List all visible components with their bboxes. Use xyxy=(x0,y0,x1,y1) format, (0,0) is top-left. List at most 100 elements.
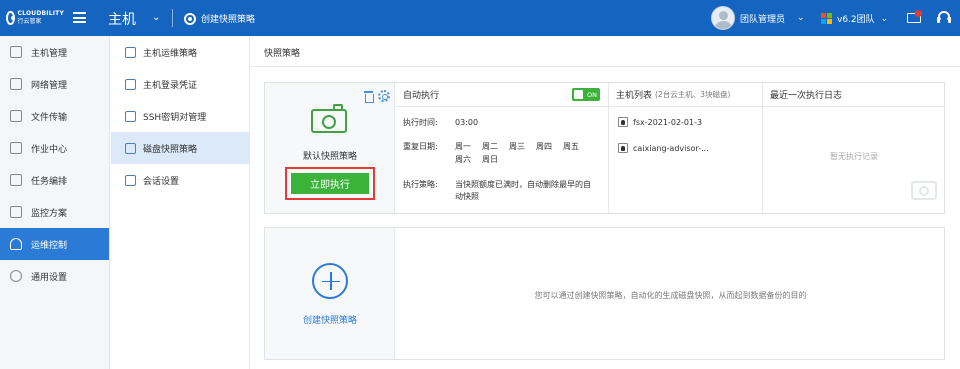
divider xyxy=(250,66,960,67)
repeat-days-row: 重复日期: 周一 周二 周三 周四 周五 周六 周日 xyxy=(403,141,590,166)
logo-icon xyxy=(6,11,15,25)
shield-icon xyxy=(10,238,22,250)
linux-host-icon xyxy=(618,117,628,127)
linux-host-icon xyxy=(618,143,628,153)
team-name: v6.2团队 xyxy=(837,15,875,25)
host-item[interactable]: fsx-2021-02-01-3 xyxy=(618,117,702,127)
strategy-value: 当快照额度已满时，自动删除最早的自动快照 xyxy=(455,180,591,201)
breadcrumb: 快照策略 xyxy=(264,49,301,59)
create-policy-button[interactable]: 创建快照策略 xyxy=(265,228,395,359)
host-list-panel: 主机列表 (2台云主机、3块磁盘) fsx-2021-02-01-3 caixi… xyxy=(609,83,763,213)
nav-item-job-center[interactable]: 作业中心 xyxy=(0,132,109,164)
notification-icon[interactable] xyxy=(906,10,922,24)
logo-text-en: CLOUDBILITY xyxy=(17,10,64,17)
user-menu[interactable]: 团队管理员 ⌄ xyxy=(711,6,805,30)
trash-icon[interactable] xyxy=(364,91,374,103)
strategy-label: 执行策略: xyxy=(403,180,438,189)
key-icon xyxy=(125,110,136,122)
exec-time-row: 执行时间: 03:00 xyxy=(403,117,478,129)
camera-icon xyxy=(311,103,347,133)
user-name: 团队管理员 xyxy=(740,14,786,25)
day: 周一 xyxy=(455,142,471,151)
nav-item-label: 主机管理 xyxy=(31,48,68,59)
exec-log-title: 最近一次执行日志 xyxy=(770,91,843,101)
exec-time-label: 执行时间: xyxy=(403,118,438,127)
support-headset-icon[interactable] xyxy=(936,10,952,25)
auto-exec-title: 自动执行 xyxy=(403,91,440,101)
avatar xyxy=(711,6,735,30)
nav-item-ops-control[interactable]: 运维控制 xyxy=(0,228,109,260)
nav-item-label: 通用设置 xyxy=(31,272,68,283)
auto-exec-header: 自动执行 ON xyxy=(396,83,608,107)
host-list-header: 主机列表 (2台云主机、3块磁盘) xyxy=(609,83,762,107)
credential-icon xyxy=(125,78,136,90)
host-item[interactable]: caixiang-advisor-... xyxy=(618,143,709,153)
day: 周五 xyxy=(563,142,579,151)
camera-lens-icon xyxy=(184,12,196,25)
nav-item-general-settings[interactable]: 通用设置 xyxy=(0,260,109,292)
repeat-days-label: 重复日期: xyxy=(403,142,438,151)
sub-item-login-credential[interactable]: 主机登录凭证 xyxy=(111,68,249,100)
create-policy-card: 创建快照策略 您可以通过创建快照策略，自动化的生成磁盘快照，从而起到数据备份的目… xyxy=(264,227,945,360)
sub-item-label: 磁盘快照策略 xyxy=(143,144,198,155)
main-content: 快照策略 默认快照策略 立即执行 自动执行 ON 执行时间: 03:00 重复日… xyxy=(250,36,960,369)
logo: CLOUDBILITY 行云管家 xyxy=(6,7,64,29)
nav-item-file-transfer[interactable]: 文件传输 xyxy=(0,100,109,132)
gear-icon xyxy=(10,270,22,282)
auto-exec-panel: 自动执行 ON 执行时间: 03:00 重复日期: 周一 周二 周三 周四 周五… xyxy=(396,83,609,213)
plus-icon xyxy=(312,263,348,299)
shield-icon xyxy=(125,46,136,58)
host-list-title: 主机列表 xyxy=(616,91,653,101)
nav-item-label: 文件传输 xyxy=(31,112,68,123)
nav-item-host-management[interactable]: 主机管理 xyxy=(0,36,109,68)
empty-log-text: 暂无执行记录 xyxy=(830,152,878,161)
run-now-button[interactable]: 立即执行 xyxy=(291,173,369,194)
file-transfer-icon xyxy=(10,110,22,122)
host-name: caixiang-advisor-... xyxy=(633,143,709,153)
day: 周二 xyxy=(482,142,498,151)
sub-item-host-ops-policy[interactable]: 主机运维策略 xyxy=(111,36,249,68)
chevron-down-icon[interactable]: ⌄ xyxy=(152,12,160,23)
create-policy-description: 您可以通过创建快照策略，自动化的生成磁盘快照，从而起到数据备份的目的 xyxy=(534,291,807,300)
day: 周四 xyxy=(536,142,552,151)
policy-name: 默认快照策略 xyxy=(302,152,357,162)
camera-watermark-icon xyxy=(909,175,939,203)
create-policy-label: 创建快照策略 xyxy=(302,316,357,326)
nav-item-monitoring[interactable]: 监控方案 xyxy=(0,196,109,228)
sub-item-disk-snapshot-policy[interactable]: 磁盘快照策略 xyxy=(111,132,249,164)
policy-summary: 默认快照策略 立即执行 xyxy=(265,83,395,213)
nav-item-task-orchestration[interactable]: 任务编排 xyxy=(0,164,109,196)
network-icon xyxy=(10,78,22,90)
sub-item-label: 主机登录凭证 xyxy=(143,80,198,91)
sub-item-ssh-keys[interactable]: SSH密钥对管理 xyxy=(111,100,249,132)
disk-icon xyxy=(125,142,136,154)
left-nav: 主机管理 网络管理 文件传输 作业中心 任务编排 监控方案 运维控制 通用设置 xyxy=(0,36,110,369)
exec-time-value: 03:00 xyxy=(455,118,479,127)
repeat-days: 周一 周二 周三 周四 周五 周六 周日 xyxy=(455,141,590,166)
nav-item-network[interactable]: 网络管理 xyxy=(0,68,109,100)
chevron-down-icon: ⌄ xyxy=(797,13,805,23)
exec-log-panel: 最近一次执行日志 暂无执行记录 xyxy=(763,83,945,213)
logo-text-cn: 行云管家 xyxy=(17,18,42,25)
policy-card: 默认快照策略 立即执行 自动执行 ON 执行时间: 03:00 重复日期: 周一… xyxy=(264,82,945,214)
windows-icon xyxy=(821,13,832,24)
chevron-down-icon: ⌄ xyxy=(880,13,889,24)
sub-nav: 主机运维策略 主机登录凭证 SSH密钥对管理 磁盘快照策略 会话设置 xyxy=(111,36,250,369)
task-icon xyxy=(10,174,22,186)
menu-toggle-icon[interactable] xyxy=(73,12,86,23)
sub-item-session-settings[interactable]: 会话设置 xyxy=(111,164,249,196)
create-policy-top-label: 创建快照策略 xyxy=(201,15,256,25)
sub-item-label: 会话设置 xyxy=(143,176,180,187)
module-title: 主机 xyxy=(108,12,136,28)
auto-exec-toggle[interactable]: ON xyxy=(572,88,600,101)
nav-item-label: 任务编排 xyxy=(31,176,68,187)
monitor-icon xyxy=(10,46,22,58)
gear-icon[interactable] xyxy=(378,90,390,102)
day: 周六 xyxy=(455,155,471,164)
top-bar: CLOUDBILITY 行云管家 主机 ⌄ 创建快照策略 团队管理员 ⌄ v6.… xyxy=(0,0,960,36)
team-menu[interactable]: v6.2团队 ⌄ xyxy=(821,12,888,25)
window-icon xyxy=(125,174,136,186)
monitor-chart-icon xyxy=(10,206,22,218)
create-policy-top-button[interactable]: 创建快照策略 xyxy=(184,12,255,25)
host-name: fsx-2021-02-01-3 xyxy=(633,117,703,127)
